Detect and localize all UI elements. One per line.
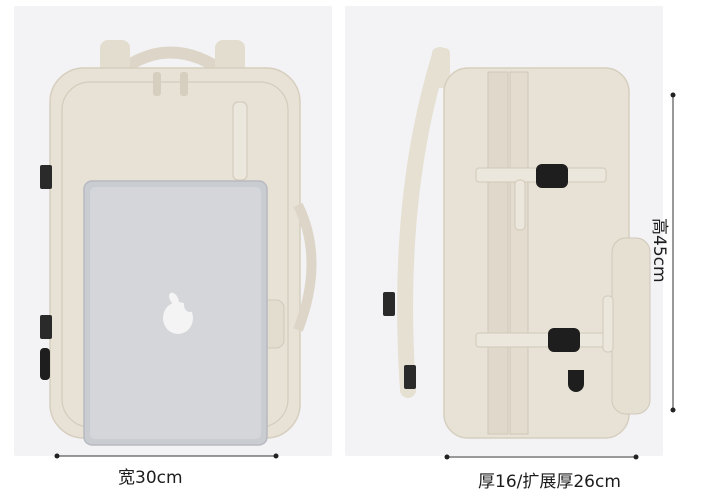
side-clip-lower <box>40 315 52 339</box>
strap-clip <box>404 365 416 389</box>
depth-label: 厚16/扩展厚26cm <box>478 472 621 492</box>
laptop <box>83 180 268 446</box>
compression-strap-lower <box>475 332 607 348</box>
width-dimension-line <box>54 453 279 459</box>
usb-port-icon <box>40 348 50 380</box>
side-body <box>443 67 630 439</box>
zipper-pull-left <box>153 72 161 96</box>
strap-clip <box>383 292 395 316</box>
zipper-band-2 <box>509 71 529 435</box>
usb-port-icon <box>568 370 584 392</box>
pocket-tab <box>232 101 248 181</box>
zipper-band-1 <box>487 71 509 435</box>
backpack-side <box>383 47 651 439</box>
zipper-pull-right <box>180 72 188 96</box>
depth-dimension-line <box>444 454 639 460</box>
side-front-pocket <box>611 237 651 415</box>
buckle-icon <box>536 164 568 188</box>
width-label: 宽30cm <box>118 468 183 488</box>
strap-tail <box>602 295 614 353</box>
product-illustration <box>40 40 676 460</box>
strap-tail <box>514 179 526 231</box>
side-clip-upper <box>40 165 52 189</box>
shoulder-strap <box>397 47 448 398</box>
height-label: 高45cm <box>649 218 669 283</box>
buckle-icon <box>548 328 580 352</box>
